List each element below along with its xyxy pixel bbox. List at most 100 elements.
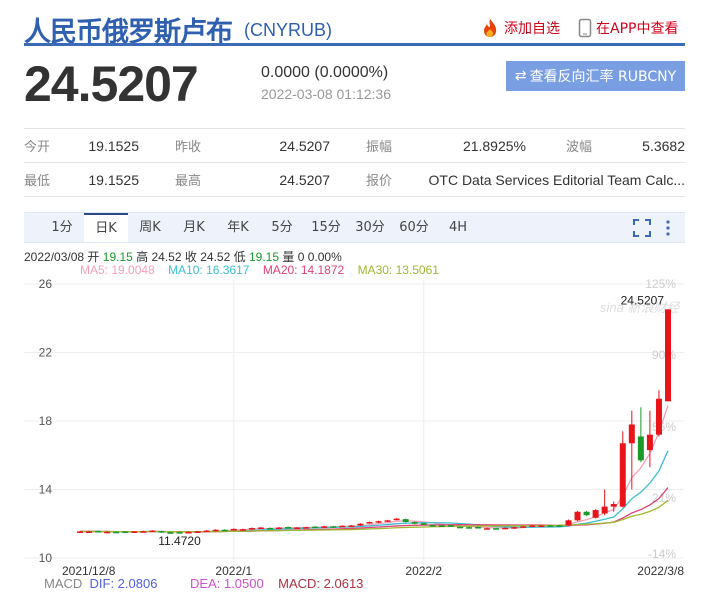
stats-table: 今开 19.1525 昨收 24.5207 振幅 21.8925% 波幅 5.3682 …: [24, 128, 685, 197]
info-volume-label: 量: [282, 250, 295, 264]
y-tick-label: 26: [39, 277, 53, 291]
candle-body: [294, 527, 301, 530]
candle-body: [131, 531, 138, 533]
info-open: 19.15: [102, 250, 133, 264]
tab-monthly[interactable]: 月K: [172, 213, 216, 242]
min-price-label: 11.4720: [158, 534, 201, 548]
candle-body: [194, 531, 201, 533]
info-close: 24.52: [200, 250, 231, 264]
view-in-app-button[interactable]: 在APP中查看: [578, 18, 678, 38]
stat-label: 今开: [24, 128, 84, 163]
x-tick-label: 2022/3/8: [637, 564, 684, 575]
candle-body: [248, 528, 255, 530]
stat-value: 5.3682: [622, 128, 685, 163]
candle-body: [366, 522, 373, 524]
candle-body: [646, 434, 653, 451]
tab-5min[interactable]: 5分: [260, 213, 304, 242]
macd-dea: DEA: 1.0500: [189, 576, 264, 591]
header-divider: [24, 43, 685, 46]
candle-body: [438, 525, 445, 527]
candle-body: [565, 520, 572, 526]
stat-value: 24.5207: [270, 162, 330, 197]
candle-body: [212, 529, 219, 532]
candle-body: [529, 525, 536, 527]
candle-body: [77, 531, 83, 533]
candle-body: [520, 526, 527, 528]
candle-body: [357, 523, 364, 526]
right-tick-label: 90%: [652, 348, 676, 362]
tab-1min[interactable]: 1分: [40, 213, 84, 242]
macd-legend: MACD DIF: 2.0806 DEA: 1.0500 MACD: 2.061…: [44, 576, 363, 591]
info-high: 24.52: [151, 250, 182, 264]
max-price-label: 24.5207: [621, 293, 665, 307]
candle-body: [420, 523, 427, 525]
candle-body: [321, 526, 328, 528]
add-watchlist-button[interactable]: 添加自选: [480, 18, 560, 38]
candle-body: [637, 436, 644, 461]
tab-daily[interactable]: 日K: [84, 213, 128, 242]
add-watchlist-label: 添加自选: [504, 21, 560, 37]
reverse-rate-label: 查看反向汇率 RUBCNY: [529, 69, 677, 85]
candle-body: [583, 511, 590, 516]
candle-body: [574, 511, 581, 521]
info-date: 2022/03/08: [24, 250, 85, 264]
y-tick-label: 22: [39, 346, 53, 360]
symbol-code: (CNYRUB): [244, 20, 332, 40]
candle-body: [239, 529, 246, 531]
macd-value: MACD: 2.0613: [278, 576, 364, 591]
candle-body: [257, 527, 264, 530]
tab-60min[interactable]: 60分: [392, 213, 436, 242]
info-close-label: 收: [184, 250, 197, 264]
right-tick-label: 56%: [652, 420, 676, 434]
candle-body: [411, 522, 418, 524]
candle-body: [104, 531, 111, 534]
macd-label: MACD: [44, 576, 83, 591]
tab-30min[interactable]: 30分: [348, 213, 392, 242]
candle-body: [538, 525, 545, 527]
candle-body: [628, 424, 635, 444]
right-tick-label: 125%: [645, 277, 676, 291]
candle-body: [230, 528, 237, 531]
stat-label: 最低: [24, 162, 84, 197]
candle-body: [303, 527, 310, 529]
stat-label: 报价: [330, 162, 426, 197]
fullscreen-icon[interactable]: [633, 219, 651, 237]
candle-body: [511, 527, 518, 529]
candle-body: [601, 506, 608, 514]
candle-body: [655, 398, 662, 435]
info-volume: 0 0.00%: [297, 250, 342, 264]
candle-body: [113, 531, 120, 534]
current-price: 24.5207: [24, 56, 199, 112]
candle-body: [610, 504, 617, 507]
x-tick-label: 2022/2: [405, 564, 442, 575]
candle-body: [149, 530, 156, 533]
candle-body: [393, 518, 400, 521]
candle-body: [384, 520, 391, 522]
candle-body: [484, 528, 491, 530]
quote-time: 2022-03-08 01:12:36: [261, 86, 391, 102]
candlestick-chart[interactable]: 26 22 18 14 10 2021/12/8 2022/1 2022/2 2022/3/8 1…: [0, 270, 712, 575]
tab-weekly[interactable]: 周K: [128, 213, 172, 242]
y-tick-label: 14: [39, 483, 53, 497]
y-tick-label: 18: [39, 414, 53, 428]
macd-dif: DIF: 2.0806: [89, 576, 158, 591]
tab-4h[interactable]: 4H: [436, 213, 480, 242]
stat-value: 21.8925%: [426, 128, 526, 163]
candle-body: [375, 521, 382, 523]
stat-label: 最高: [139, 162, 270, 197]
candle-body: [465, 527, 472, 529]
candle-body: [266, 528, 273, 530]
tab-15min[interactable]: 15分: [304, 213, 348, 242]
candle-body: [312, 526, 319, 529]
candle-body: [86, 531, 93, 533]
candle-body: [348, 525, 355, 527]
more-options-icon[interactable]: [665, 219, 671, 237]
stat-label: 振幅: [330, 128, 426, 163]
stats-row: 最低 19.1525 最高 24.5207 报价 OTC Data Services …: [24, 162, 685, 197]
candle-body: [475, 527, 482, 529]
tab-yearly[interactable]: 年K: [216, 213, 260, 242]
candle-body: [158, 531, 165, 533]
y-tick-label: 10: [39, 551, 53, 565]
info-low: 19.15: [248, 250, 279, 264]
reverse-rate-button[interactable]: ⇄ 查看反向汇率 RUBCNY: [506, 61, 685, 91]
